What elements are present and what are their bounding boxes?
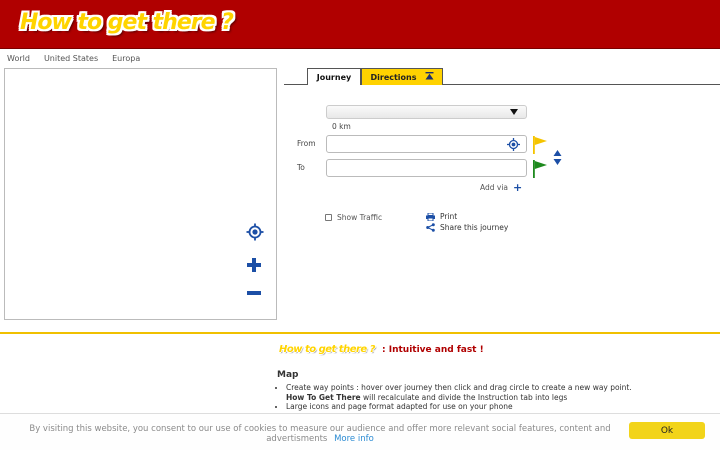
route-mode-select[interactable] [326, 105, 527, 119]
to-input[interactable] [326, 159, 527, 177]
share-icon [426, 223, 435, 232]
share-journey-button[interactable]: Share this journey [426, 223, 508, 232]
tab-journey-label: Journey [316, 72, 352, 82]
site-logo[interactable]: How to get there ? [20, 10, 234, 35]
list-item: Large icons and page format adapted for … [286, 402, 637, 412]
map-canvas[interactable] [4, 68, 277, 320]
show-traffic-label: Show Traffic [337, 213, 383, 222]
start-flag-icon [532, 136, 548, 154]
list-item: Create way points : hover over journey t… [286, 383, 637, 402]
from-input[interactable] [326, 135, 527, 153]
footer-logo: How to get there ? [279, 344, 375, 355]
locate-me-icon[interactable] [246, 223, 264, 241]
swap-arrows-icon[interactable] [553, 150, 562, 165]
section-divider [0, 332, 720, 334]
map-section-title: Map [277, 370, 299, 380]
plus-icon: + [513, 180, 523, 194]
chevron-down-icon [510, 109, 518, 115]
to-label: To [297, 163, 305, 172]
from-label: From [297, 139, 316, 148]
tab-directions[interactable]: Directions [361, 68, 443, 85]
zoom-in-icon[interactable] [246, 257, 262, 273]
header: How to get there ? [0, 0, 720, 49]
end-flag-icon [532, 160, 548, 178]
zoom-out-icon[interactable] [246, 285, 262, 301]
add-via-button[interactable]: Add via + [480, 180, 523, 194]
bullet-text: Large icons and page format adapted for … [286, 402, 513, 411]
collapse-up-icon [425, 72, 434, 82]
bullet-bold-text: How To Get There [286, 392, 361, 402]
print-button[interactable]: Print [426, 212, 457, 221]
region-link-united-states[interactable]: United States [44, 53, 98, 65]
add-via-label: Add via [480, 183, 509, 192]
cookie-banner: By visiting this website, you consent to… [0, 413, 720, 450]
show-traffic-checkbox[interactable] [325, 214, 332, 221]
show-traffic-toggle[interactable]: Show Traffic [325, 213, 382, 222]
cookie-text-block: By visiting this website, you consent to… [20, 424, 620, 444]
tab-directions-label: Directions [370, 72, 417, 82]
region-link-world[interactable]: World [7, 53, 30, 65]
region-nav: World United States Europa [0, 53, 147, 65]
printer-icon [426, 212, 435, 221]
cookie-message: By visiting this website, you consent to… [29, 424, 611, 444]
bullet-text: will recalculate and divide the Instruct… [360, 392, 568, 402]
share-label: Share this journey [440, 223, 509, 232]
region-link-europa[interactable]: Europa [112, 53, 140, 65]
distance-value: 0 km [332, 122, 351, 131]
cookie-ok-button[interactable]: Ok [629, 422, 705, 439]
bullet-text: Create way points : hover over journey t… [286, 383, 632, 392]
tagline: : Intuitive and fast ! [382, 345, 484, 355]
tab-journey[interactable]: Journey [307, 68, 361, 85]
locate-from-icon[interactable] [507, 138, 520, 151]
map-features-list: Create way points : hover over journey t… [277, 383, 637, 412]
cookie-more-info-link[interactable]: More info [334, 434, 374, 444]
print-label: Print [440, 212, 458, 221]
